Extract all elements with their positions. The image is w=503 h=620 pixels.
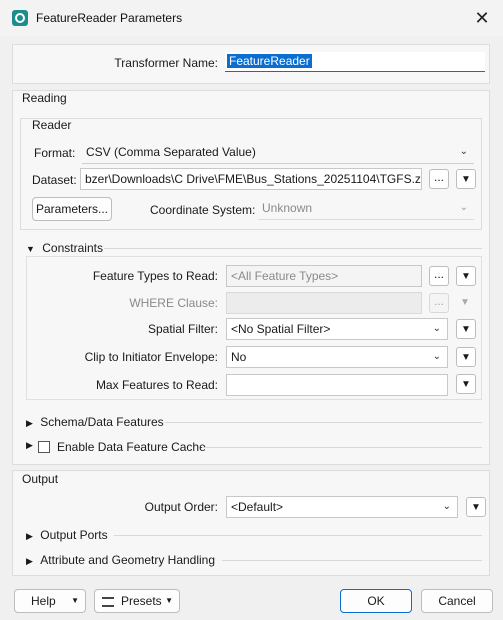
where-clause-menu-button: ▼ bbox=[460, 297, 470, 308]
presets-label: Presets bbox=[121, 594, 162, 608]
window-title: FeatureReader Parameters bbox=[36, 11, 183, 25]
reader-title: Reader bbox=[32, 118, 72, 132]
output-order-value: <Default> bbox=[231, 500, 284, 514]
format-select[interactable]: CSV (Comma Separated Value) ⌄ bbox=[82, 142, 474, 164]
coordinate-system-value: Unknown bbox=[262, 201, 313, 215]
dataset-menu-button[interactable]: ▼ bbox=[456, 169, 476, 189]
enable-cache-checkbox[interactable] bbox=[38, 441, 50, 453]
max-features-input[interactable] bbox=[226, 374, 448, 396]
coordinate-system-label: Coordinate System: bbox=[150, 203, 256, 217]
transformer-name-value: FeatureReader bbox=[227, 54, 312, 68]
reading-title: Reading bbox=[22, 91, 67, 105]
max-features-menu-button[interactable]: ▼ bbox=[456, 374, 476, 394]
output-order-label: Output Order: bbox=[144, 500, 218, 514]
triangle-down-icon: ▼ bbox=[71, 596, 79, 605]
where-clause-browse-button: ... bbox=[429, 293, 449, 313]
dataset-browse-button[interactable]: ... bbox=[429, 169, 449, 189]
chevron-down-icon: ⌄ bbox=[459, 202, 468, 213]
transformer-name-label: Transformer Name: bbox=[114, 56, 218, 70]
attribute-geometry-expander[interactable]: ▶ Attribute and Geometry Handling bbox=[26, 553, 215, 567]
schema-data-features-label: Schema/Data Features bbox=[40, 415, 164, 429]
chevron-down-icon: ⌄ bbox=[442, 501, 451, 512]
spatial-filter-menu-button[interactable]: ▼ bbox=[456, 319, 476, 339]
format-value: CSV (Comma Separated Value) bbox=[86, 145, 256, 159]
output-title: Output bbox=[22, 472, 59, 486]
triangle-open-icon: ▼ bbox=[26, 244, 35, 254]
spatial-filter-select[interactable]: <No Spatial Filter> ⌄ bbox=[226, 318, 448, 340]
schema-data-features-expander[interactable]: ▶ Schema/Data Features bbox=[26, 415, 164, 429]
cancel-button[interactable]: Cancel bbox=[421, 589, 493, 613]
chevron-down-icon: ⌄ bbox=[459, 146, 468, 157]
output-order-menu-button[interactable]: ▼ bbox=[466, 497, 486, 517]
close-icon[interactable]: ✕ bbox=[464, 4, 500, 32]
enable-cache-label: Enable Data Feature Cache bbox=[57, 440, 206, 454]
triangle-right-icon: ▶ bbox=[26, 556, 33, 566]
divider bbox=[104, 248, 482, 249]
presets-icon bbox=[102, 597, 114, 607]
clip-envelope-select[interactable]: No ⌄ bbox=[226, 346, 448, 368]
divider bbox=[165, 422, 482, 423]
transformer-name-input[interactable]: FeatureReader bbox=[225, 52, 485, 72]
divider bbox=[222, 560, 482, 561]
help-button[interactable]: Help ▼ bbox=[14, 589, 86, 613]
help-label: Help bbox=[31, 594, 56, 608]
feature-types-label: Feature Types to Read: bbox=[92, 269, 218, 283]
output-ports-expander[interactable]: ▶ Output Ports bbox=[26, 528, 108, 542]
triangle-down-icon: ▼ bbox=[165, 596, 173, 605]
where-clause-input bbox=[226, 292, 422, 314]
max-features-label: Max Features to Read: bbox=[95, 378, 218, 392]
feature-types-input[interactable]: <All Feature Types> bbox=[226, 265, 422, 287]
dataset-label: Dataset: bbox=[32, 173, 77, 187]
attribute-geometry-label: Attribute and Geometry Handling bbox=[40, 553, 216, 567]
where-clause-label: WHERE Clause: bbox=[129, 296, 218, 310]
output-order-select[interactable]: <Default> ⌄ bbox=[226, 496, 458, 518]
format-label: Format: bbox=[34, 146, 76, 160]
presets-button[interactable]: Presets ▼ bbox=[94, 589, 180, 613]
fme-app-icon bbox=[12, 10, 28, 26]
feature-types-menu-button[interactable]: ▼ bbox=[456, 266, 476, 286]
triangle-right-icon: ▶ bbox=[26, 418, 33, 428]
triangle-right-icon: ▶ bbox=[26, 531, 33, 541]
divider bbox=[202, 447, 482, 448]
feature-types-browse-button[interactable]: ... bbox=[429, 266, 449, 286]
ok-button[interactable]: OK bbox=[340, 589, 412, 613]
parameters-button[interactable]: Parameters... bbox=[32, 197, 112, 221]
chevron-down-icon: ⌄ bbox=[432, 323, 441, 334]
constraints-title: Constraints bbox=[42, 241, 103, 255]
clip-envelope-label: Clip to Initiator Envelope: bbox=[84, 350, 218, 364]
clip-envelope-menu-button[interactable]: ▼ bbox=[456, 347, 476, 367]
chevron-down-icon: ⌄ bbox=[432, 351, 441, 362]
spatial-filter-label: Spatial Filter: bbox=[147, 322, 218, 336]
triangle-right-icon[interactable]: ▶ bbox=[26, 440, 33, 451]
spatial-filter-value: <No Spatial Filter> bbox=[231, 322, 331, 336]
dataset-input[interactable]: bzer\Downloads\C Drive\FME\Bus_Stations_… bbox=[80, 168, 422, 190]
divider bbox=[114, 535, 482, 536]
clip-envelope-value: No bbox=[231, 350, 247, 364]
constraints-expander[interactable]: ▼ Constraints bbox=[26, 241, 103, 255]
output-ports-label: Output Ports bbox=[40, 528, 108, 542]
coordinate-system-select[interactable]: Unknown ⌄ bbox=[258, 198, 474, 220]
